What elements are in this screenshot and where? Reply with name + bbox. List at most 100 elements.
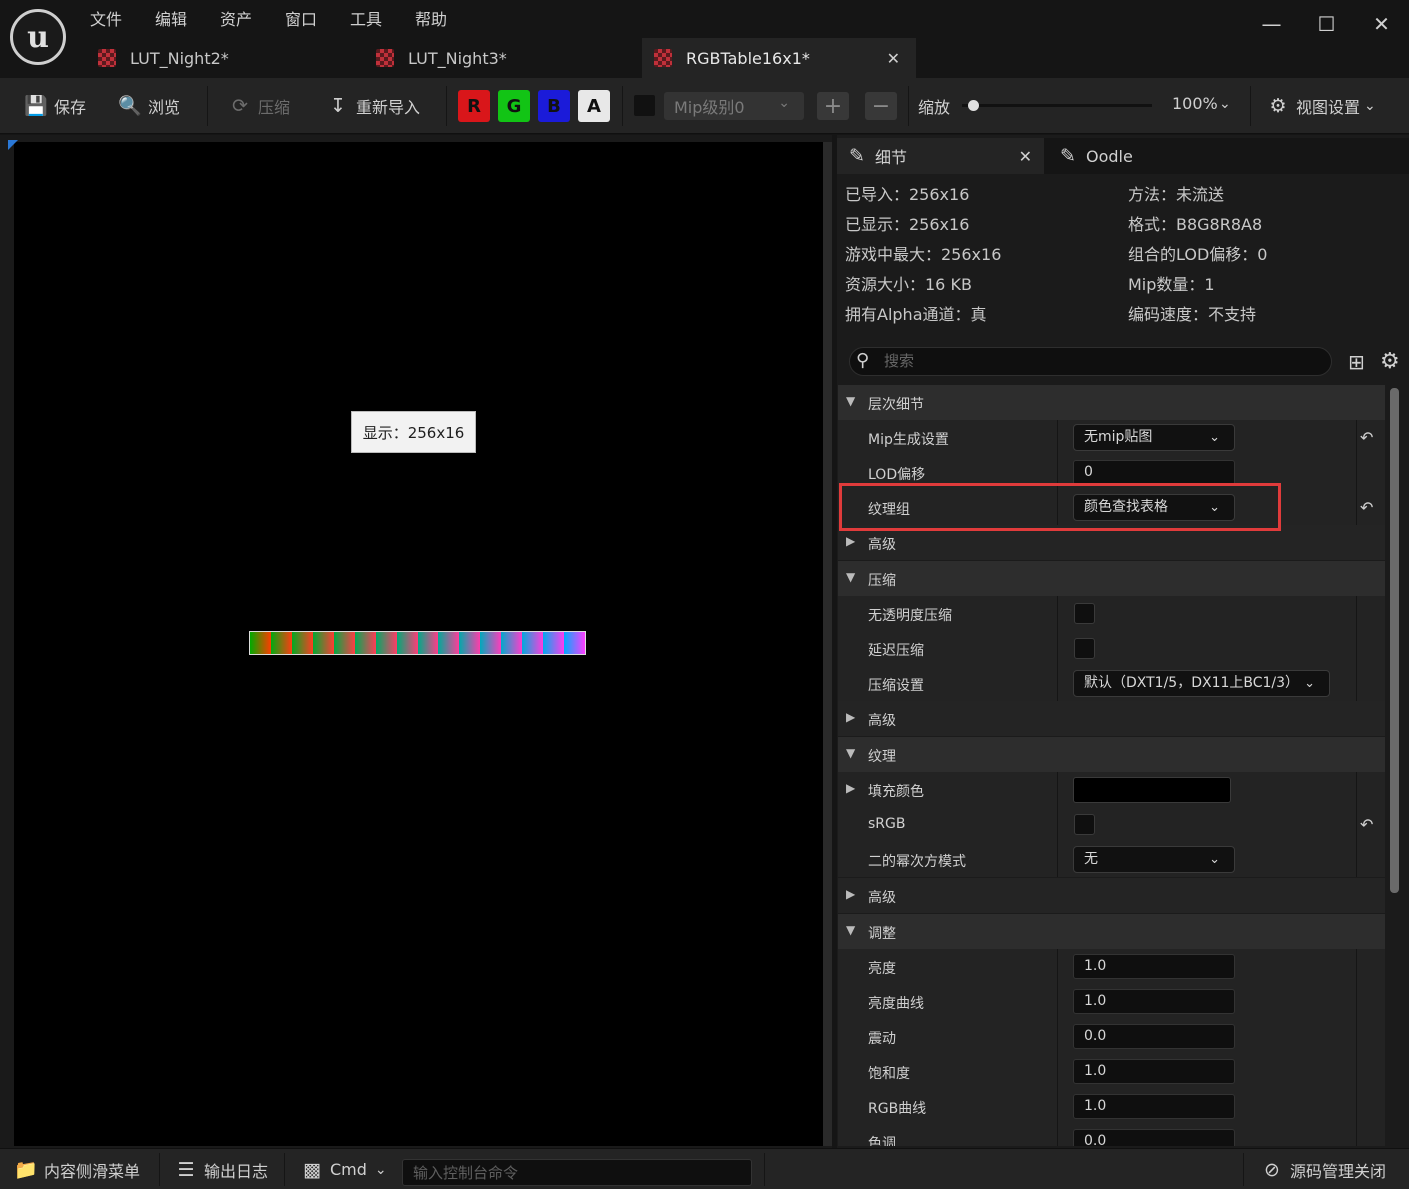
zoom-value[interactable]: 100% [1172,94,1218,113]
mip-increase-button[interactable]: + [817,92,849,120]
brightness-input[interactable]: 1.0 [1073,954,1235,979]
column-divider [1057,842,1058,877]
status-divider [159,1153,160,1186]
defer-checkbox[interactable] [1074,638,1095,659]
browse-button[interactable]: 🔍 浏览 [118,78,180,134]
category-compression-advanced[interactable]: ▶ 高级 [838,701,1385,736]
panel-splitter[interactable] [823,142,832,1146]
menu-help[interactable]: 帮助 [415,6,480,30]
tab-rgbtable[interactable]: RGBTable16x1* ✕ [642,38,916,78]
content-drawer-label: 内容侧滑菜单 [44,1161,141,1181]
property-rgb-curve: RGB曲线 1.0 [838,1089,1385,1124]
view-settings-button[interactable]: ⚙ 视图设置 ⌄ [1266,90,1375,122]
output-log-label: 输出日志 [204,1161,269,1181]
srgb-checkbox[interactable] [1074,814,1095,835]
column-divider [1356,666,1357,701]
menu-file[interactable]: 文件 [90,6,155,30]
gear-icon[interactable]: ⚙ [1380,349,1400,374]
compress-button[interactable]: ⟳ 压缩 [228,78,290,134]
search-input[interactable] [884,349,1324,373]
output-log-button[interactable]: ☰ 输出日志 [174,1149,268,1189]
column-divider [1356,420,1357,455]
collapsed-arrow-icon[interactable]: ▶ [846,781,855,795]
red-channel-button[interactable]: R [458,90,490,122]
menu-asset[interactable]: 资产 [220,6,285,30]
blue-channel-button[interactable]: B [538,90,570,122]
property-srgb: sRGB ↶ [838,807,1385,842]
tab-label: RGBTable16x1* [686,48,810,68]
menu-edit[interactable]: 编辑 [155,6,220,30]
column-divider [1057,666,1058,701]
browse-label: 浏览 [148,98,181,117]
console-command-input[interactable] [402,1159,752,1186]
viewport-corner-marker [8,140,18,150]
alpha-channel-button[interactable]: A [578,90,610,122]
source-control-button[interactable]: ⊘ 源码管理关闭 [1260,1149,1386,1189]
menu-window[interactable]: 窗口 [285,6,350,30]
hue-input[interactable]: 0.0 [1073,1129,1235,1146]
tab-details[interactable]: ✎ 细节 ✕ [837,138,1044,174]
chevron-down-icon[interactable]: ⌄ [1219,96,1231,112]
zoom-slider[interactable] [962,104,1152,107]
lod-bias-input[interactable]: 0 [1073,460,1235,485]
property-pow2: 二的幂次方模式 无 ⌄ [838,842,1385,877]
category-lod[interactable]: ▼ 层次细节 [838,385,1385,420]
tab-lut-night3[interactable]: LUT_Night3* [364,38,642,78]
lut-slice [291,632,313,654]
menu-tools[interactable]: 工具 [350,6,415,30]
column-divider [1356,1019,1357,1054]
fill-color-swatch[interactable] [1073,777,1231,803]
column-divider [1057,1124,1058,1146]
mip-level-checkbox[interactable] [634,95,655,116]
toolbar-divider [622,86,623,126]
category-compression[interactable]: ▼ 压缩 [838,561,1385,596]
vibrance-input[interactable]: 0.0 [1073,1024,1235,1049]
reimport-button[interactable]: ↧ 重新导入 [326,78,420,134]
reimport-label: 重新导入 [356,98,421,117]
maximize-icon[interactable]: ☐ [1299,0,1354,48]
property-label: 无透明度压缩 [868,608,952,624]
tab-label: LUT_Night3* [408,48,507,68]
panel-scrollbar[interactable] [1390,388,1399,893]
column-divider [1356,949,1357,984]
compress-settings-select[interactable]: 默认（DXT1/5，DX11上BC1/3） ⌄ [1073,670,1330,697]
column-divider [1057,1089,1058,1124]
category-adjustments[interactable]: ▼ 调整 [838,914,1385,949]
reset-to-default-icon[interactable]: ↶ [1360,428,1373,447]
content-drawer-button[interactable]: 📁 内容侧滑菜单 [14,1149,140,1189]
column-divider [1356,842,1357,877]
category-texture[interactable]: ▼ 纹理 [838,737,1385,772]
brightness-curve-input[interactable]: 1.0 [1073,989,1235,1014]
status-divider [284,1153,285,1186]
property-mip-gen: Mip生成设置 无mip贴图 ⌄ ↶ [838,420,1385,455]
tab-close-icon[interactable]: ✕ [1019,147,1032,166]
rgb-curve-input[interactable]: 1.0 [1073,1094,1235,1119]
column-divider [1057,420,1058,455]
no-alpha-checkbox[interactable] [1074,603,1095,624]
reset-to-default-icon[interactable]: ↶ [1360,498,1373,517]
save-button[interactable]: 💾 保存 [24,78,86,134]
reset-to-default-icon[interactable]: ↶ [1360,815,1373,834]
tab-oodle[interactable]: ✎ Oodle [1050,138,1250,174]
mip-decrease-button[interactable]: − [865,92,897,120]
category-label: 层次细节 [868,397,924,413]
lut-slice [396,632,418,654]
tab-lut-night2[interactable]: LUT_Night2* [86,38,364,78]
green-channel-button[interactable]: G [498,90,530,122]
tab-close-icon[interactable]: ✕ [887,49,900,68]
chevron-down-icon: ⌄ [1209,430,1220,445]
cmd-select[interactable]: ▩ Cmd ⌄ [300,1149,387,1189]
close-icon[interactable]: ✕ [1354,0,1409,48]
terminal-icon: ▩ [303,1158,321,1181]
column-divider [1356,631,1357,666]
saturation-input[interactable]: 1.0 [1073,1059,1235,1084]
table-view-icon[interactable]: ⊞ [1348,350,1365,374]
minimize-icon[interactable]: — [1244,0,1299,48]
chevron-down-icon: ⌄ [778,95,790,111]
unreal-logo-icon[interactable]: u [10,9,66,65]
category-texture-advanced[interactable]: ▶ 高级 [838,878,1385,913]
mip-gen-select[interactable]: 无mip贴图 ⌄ [1073,424,1235,451]
mip-level-select[interactable]: Mip级别0 ⌄ [664,92,804,120]
property-label: 亮度 [868,961,896,977]
pow2-select[interactable]: 无 ⌄ [1073,846,1235,873]
